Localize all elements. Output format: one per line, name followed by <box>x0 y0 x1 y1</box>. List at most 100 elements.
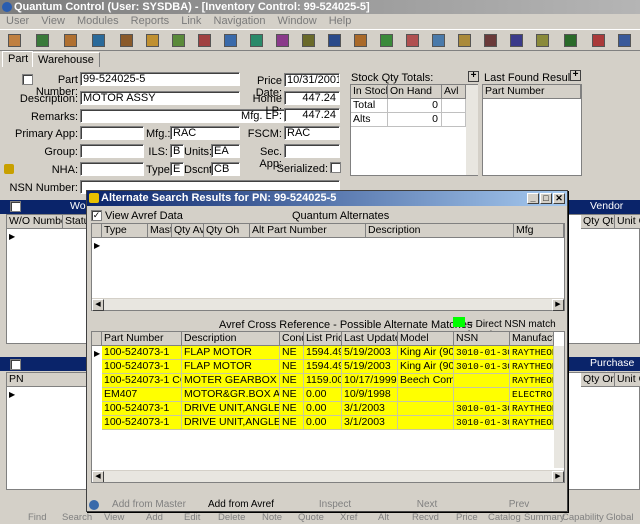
toolbar-icon[interactable] <box>354 34 367 47</box>
avref-part: 100-524073-1 <box>102 416 182 430</box>
dscnt-field[interactable]: CB <box>211 162 240 176</box>
toolbar-icon[interactable] <box>120 34 133 47</box>
toolbar-icon[interactable] <box>224 34 237 47</box>
toolbar-icon[interactable] <box>64 34 77 47</box>
add-from-master-button[interactable]: Add from Master <box>104 499 194 511</box>
status-xref[interactable]: Xref <box>340 512 357 524</box>
status-quote[interactable]: Quote <box>298 512 324 524</box>
fscm-field[interactable]: RAC <box>284 126 340 140</box>
avref-hscroll[interactable]: ◀ ▶ <box>92 470 564 482</box>
prev-button[interactable]: Prev <box>474 499 564 511</box>
menu-help[interactable]: Help <box>329 15 352 27</box>
avref-header: Last Update <box>342 332 398 346</box>
toolbar-icon[interactable] <box>432 34 445 47</box>
tab-part[interactable]: Part <box>2 51 35 67</box>
status-summary[interactable]: Summary <box>524 512 565 524</box>
primary-app-field[interactable] <box>80 126 144 140</box>
status-find[interactable]: Find <box>28 512 46 524</box>
toolbar-icon[interactable] <box>592 34 605 47</box>
maximize-button[interactable]: □ <box>540 193 552 204</box>
status-note[interactable]: Note <box>262 512 282 524</box>
toolbar-icon[interactable] <box>198 34 211 47</box>
toolbar-icon[interactable] <box>250 34 263 47</box>
purchase-header: Qty Ord <box>581 373 615 387</box>
scroll-left-button[interactable]: ◀ <box>92 299 104 311</box>
toolbar-icon[interactable] <box>536 34 549 47</box>
price-date-field[interactable]: 10/31/2001 <box>284 73 340 87</box>
scroll-left-button[interactable]: ◀ <box>92 471 104 482</box>
alternates-hscroll[interactable]: ◀ ▶ <box>92 298 564 311</box>
menu-window[interactable]: Window <box>278 15 317 27</box>
toolbar-icon[interactable] <box>92 34 105 47</box>
serialized-checkbox[interactable] <box>330 162 341 173</box>
status-add[interactable]: Add <box>146 512 163 524</box>
home-lp-field[interactable]: 447.24 <box>284 91 340 105</box>
avref-mfr: ELECTRO <box>510 388 554 402</box>
close-button[interactable]: ✕ <box>553 193 565 204</box>
group-field[interactable] <box>80 144 144 158</box>
vendor-header: Qty Qtd <box>581 215 615 229</box>
work-order-toggle[interactable] <box>10 201 21 212</box>
status-search[interactable]: Search <box>62 512 92 524</box>
type-field[interactable]: E <box>170 162 184 176</box>
mfg-lp-field[interactable]: 447.24 <box>284 108 340 122</box>
tab-warehouse[interactable]: Warehouse <box>32 52 100 67</box>
last-found-add-button[interactable]: + <box>570 70 581 81</box>
view-avref-checkbox[interactable]: ✓ <box>91 210 102 221</box>
status-view[interactable]: View <box>104 512 124 524</box>
stock-add-button[interactable]: + <box>468 71 479 82</box>
menu-navigation[interactable]: Navigation <box>214 15 266 27</box>
status-recvd[interactable]: Recvd <box>412 512 439 524</box>
status-delete[interactable]: Delete <box>218 512 245 524</box>
stock-scrollbar[interactable] <box>466 85 478 175</box>
ils-field[interactable]: B <box>170 144 184 158</box>
toolbar-icon[interactable] <box>380 34 393 47</box>
minimize-button[interactable]: _ <box>527 193 539 204</box>
mfg-field[interactable]: RAC <box>170 126 240 140</box>
avref-header: Manufactu <box>510 332 554 346</box>
nha-field[interactable] <box>80 162 144 176</box>
toolbar-icon[interactable] <box>302 34 315 47</box>
sec-app-field[interactable] <box>284 144 340 158</box>
toolbar-icon[interactable] <box>618 34 631 47</box>
scroll-right-button[interactable]: ▶ <box>552 471 564 482</box>
menu-link[interactable]: Link <box>181 15 201 27</box>
pn-toggle[interactable] <box>10 359 21 370</box>
avref-vscroll[interactable] <box>554 346 564 468</box>
toolbar-icon[interactable] <box>36 34 49 47</box>
toolbar-icon[interactable] <box>564 34 577 47</box>
toolbar-icon[interactable] <box>276 34 289 47</box>
part-number-field[interactable]: 99-524025-5 <box>80 72 240 86</box>
mfg-label: Mfg.: <box>146 128 171 140</box>
add-from-avref-button[interactable]: Add from Avref <box>196 499 286 511</box>
status-alt[interactable]: Alt <box>378 512 389 524</box>
inspect-button[interactable]: Inspect <box>290 499 380 511</box>
menu-user[interactable]: User <box>6 15 29 27</box>
description-field[interactable]: MOTOR ASSY <box>80 91 240 105</box>
status-price[interactable]: Price <box>456 512 478 524</box>
units-field[interactable]: EA <box>211 144 240 158</box>
row-header-blank <box>92 332 102 346</box>
toolbar-icon[interactable] <box>484 34 497 47</box>
status-global[interactable]: Global <box>606 512 633 524</box>
toolbar-icon[interactable] <box>8 34 21 47</box>
menu-modules[interactable]: Modules <box>77 15 119 27</box>
status-capability[interactable]: Capability <box>562 512 604 524</box>
row-selector-icon: ▶ <box>9 232 16 241</box>
group-label: Group: <box>44 146 78 158</box>
next-button[interactable]: Next <box>382 499 472 511</box>
toolbar-icon[interactable] <box>328 34 341 47</box>
toolbar-icon[interactable] <box>406 34 419 47</box>
scroll-right-button[interactable]: ▶ <box>552 299 564 311</box>
menu-view[interactable]: View <box>41 15 65 27</box>
toolbar-icon[interactable] <box>510 34 523 47</box>
dialog-footer-icon <box>89 500 99 510</box>
status-catalog[interactable]: Catalog <box>488 512 521 524</box>
toolbar-icon[interactable] <box>458 34 471 47</box>
avref-updated: 5/19/2003 <box>342 346 398 360</box>
menu-reports[interactable]: Reports <box>131 15 170 27</box>
toolbar-icon[interactable] <box>172 34 185 47</box>
stock-cell: 0 <box>388 99 442 113</box>
status-edit[interactable]: Edit <box>184 512 200 524</box>
toolbar-icon[interactable] <box>146 34 159 47</box>
